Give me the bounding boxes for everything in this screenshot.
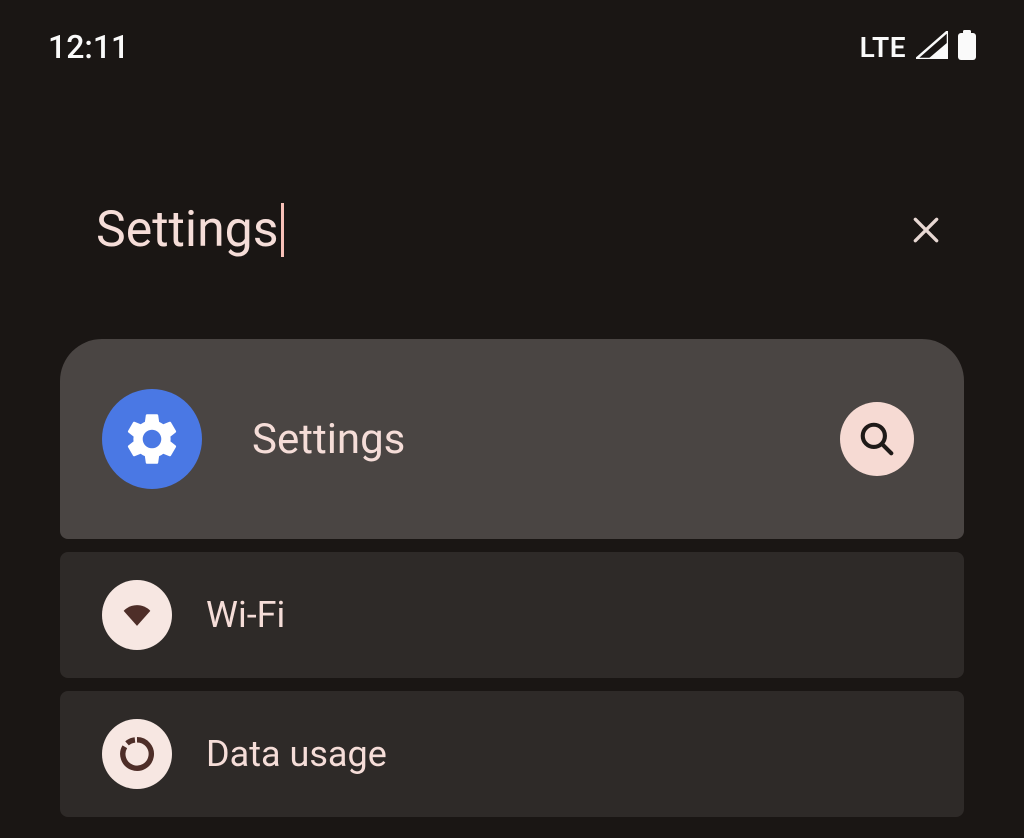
clear-search-button[interactable]	[910, 214, 942, 246]
result-data-usage[interactable]: Data usage	[60, 691, 964, 817]
wifi-icon	[117, 595, 157, 635]
settings-app-icon	[102, 389, 202, 489]
result-label: Wi-Fi	[206, 594, 922, 636]
status-time: 12:11	[48, 28, 129, 66]
status-icons: LTE	[860, 30, 976, 64]
search-header: Settings	[0, 76, 1024, 309]
search-icon	[858, 420, 896, 458]
network-label: LTE	[860, 31, 906, 64]
text-cursor	[281, 203, 284, 257]
gear-icon	[121, 408, 183, 470]
data-usage-setting-icon	[102, 719, 172, 789]
search-results: Settings Wi-Fi Data usage	[0, 309, 1024, 817]
battery-icon	[958, 30, 976, 64]
search-query-text: Settings	[96, 201, 279, 259]
signal-icon	[916, 31, 948, 63]
result-settings[interactable]: Settings	[60, 339, 964, 539]
wifi-setting-icon	[102, 580, 172, 650]
data-usage-icon	[118, 735, 156, 773]
result-label: Settings	[252, 415, 840, 464]
search-input[interactable]: Settings	[96, 201, 284, 259]
close-icon	[910, 214, 942, 246]
status-bar: 12:11 LTE	[0, 0, 1024, 76]
result-label: Data usage	[206, 733, 922, 775]
search-in-app-button[interactable]	[840, 402, 914, 476]
result-wifi[interactable]: Wi-Fi	[60, 552, 964, 678]
